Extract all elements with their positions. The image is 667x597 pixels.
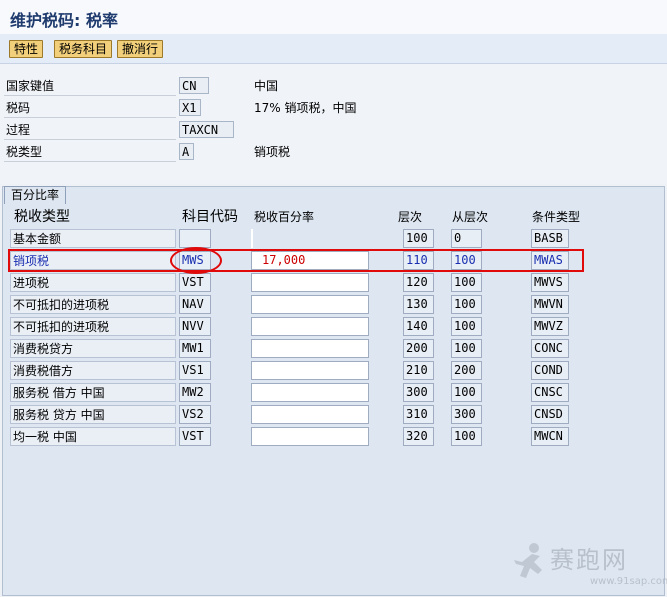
row-step[interactable]: 100 bbox=[403, 229, 434, 248]
row-tax-type[interactable]: 不可抵扣的进项税 bbox=[10, 295, 176, 314]
row-tax-rate-input[interactable] bbox=[251, 383, 369, 402]
undo-line-button[interactable]: 撤消行 bbox=[117, 40, 164, 58]
tax-type-description: 销项税 bbox=[254, 145, 291, 159]
row-from-step[interactable]: 0 bbox=[451, 229, 482, 248]
row-step[interactable]: 140 bbox=[403, 317, 434, 336]
tax-type-label: 税类型 bbox=[6, 145, 43, 159]
row-from-step[interactable]: 100 bbox=[451, 251, 482, 270]
row-tax-rate-input[interactable] bbox=[251, 405, 369, 424]
row-account-key[interactable]: NVV bbox=[179, 317, 211, 336]
tax-type-field[interactable]: A bbox=[179, 143, 194, 160]
row-tax-type[interactable]: 不可抵扣的进项税 bbox=[10, 317, 176, 336]
divider bbox=[4, 95, 176, 96]
row-account-key[interactable]: VST bbox=[179, 273, 211, 292]
row-step[interactable]: 320 bbox=[403, 427, 434, 446]
country-key-label: 国家键值 bbox=[6, 79, 55, 93]
country-key-description: 中国 bbox=[254, 79, 279, 93]
row-condition-type[interactable]: MWVZ bbox=[531, 317, 569, 336]
tax-code-description: 17% 销项税，中国 bbox=[254, 101, 357, 115]
row-account-key[interactable]: MW2 bbox=[179, 383, 211, 402]
row-tax-type[interactable]: 消费税借方 bbox=[10, 361, 176, 380]
row-account-key[interactable]: MWS bbox=[179, 251, 211, 270]
divider bbox=[4, 139, 176, 140]
row-step[interactable]: 210 bbox=[403, 361, 434, 380]
column-header-account-key: 科目代码 bbox=[182, 209, 238, 225]
row-account-key[interactable]: VS2 bbox=[179, 405, 211, 424]
row-tax-rate-input[interactable] bbox=[251, 229, 253, 248]
tax-accounts-button[interactable]: 税务科目 bbox=[54, 40, 113, 58]
divider bbox=[4, 161, 176, 162]
row-condition-type[interactable]: MWVN bbox=[531, 295, 569, 314]
row-tax-rate-input[interactable] bbox=[251, 361, 369, 380]
row-from-step[interactable]: 100 bbox=[451, 295, 482, 314]
row-step[interactable]: 300 bbox=[403, 383, 434, 402]
row-tax-type[interactable]: 进项税 bbox=[10, 273, 176, 292]
column-header-tax-type: 税收类型 bbox=[14, 209, 70, 225]
divider bbox=[4, 117, 176, 118]
row-from-step[interactable]: 100 bbox=[451, 273, 482, 292]
row-from-step[interactable]: 100 bbox=[451, 317, 482, 336]
row-account-key[interactable]: VS1 bbox=[179, 361, 211, 380]
tax-code-field[interactable]: X1 bbox=[179, 99, 201, 116]
row-tax-type[interactable]: 均一税 中国 bbox=[10, 427, 176, 446]
row-condition-type[interactable]: MWAS bbox=[531, 251, 569, 270]
title-bar: 维护税码: 税率 bbox=[0, 0, 667, 35]
row-tax-rate-input[interactable]: 17,000 bbox=[251, 251, 369, 270]
tax-code-label: 税码 bbox=[6, 101, 31, 115]
row-tax-type[interactable]: 基本金额 bbox=[10, 229, 176, 248]
row-step[interactable]: 200 bbox=[403, 339, 434, 358]
row-account-key[interactable]: MW1 bbox=[179, 339, 211, 358]
row-condition-type[interactable]: CNSD bbox=[531, 405, 569, 424]
watermark: 赛跑网 www.91sap.com bbox=[510, 540, 667, 596]
column-header-condition-type: 条件类型 bbox=[532, 210, 581, 224]
country-key-field[interactable]: CN bbox=[179, 77, 209, 94]
row-tax-rate-input[interactable] bbox=[251, 427, 369, 446]
application-toolbar: 特性 税务科目 撤消行 bbox=[0, 34, 667, 64]
group-title: 百分比率 bbox=[4, 186, 67, 204]
row-tax-rate-input[interactable] bbox=[251, 295, 369, 314]
row-step[interactable]: 310 bbox=[403, 405, 434, 424]
watermark-text: 赛跑网 bbox=[550, 546, 628, 574]
row-tax-type[interactable]: 消费税贷方 bbox=[10, 339, 176, 358]
row-account-key[interactable] bbox=[179, 229, 211, 248]
row-from-step[interactable]: 300 bbox=[451, 405, 482, 424]
row-condition-type[interactable]: MWCN bbox=[531, 427, 569, 446]
procedure-label: 过程 bbox=[6, 123, 31, 137]
row-condition-type[interactable]: COND bbox=[531, 361, 569, 380]
row-tax-rate-input[interactable] bbox=[251, 317, 369, 336]
row-step[interactable]: 110 bbox=[403, 251, 434, 270]
row-account-key[interactable]: VST bbox=[179, 427, 211, 446]
row-tax-type[interactable]: 服务税 贷方 中国 bbox=[10, 405, 176, 424]
row-condition-type[interactable]: CONC bbox=[531, 339, 569, 358]
row-condition-type[interactable]: BASB bbox=[531, 229, 569, 248]
row-from-step[interactable]: 100 bbox=[451, 339, 482, 358]
row-tax-rate-input[interactable] bbox=[251, 273, 369, 292]
column-header-from-step: 从层次 bbox=[452, 210, 489, 224]
window-title: 维护税码: 税率 bbox=[10, 11, 118, 30]
row-tax-type[interactable]: 销项税 bbox=[10, 251, 176, 270]
row-from-step[interactable]: 100 bbox=[451, 383, 482, 402]
procedure-field[interactable]: TAXCN bbox=[179, 121, 234, 138]
properties-button[interactable]: 特性 bbox=[9, 40, 44, 58]
row-tax-type[interactable]: 服务税 借方 中国 bbox=[10, 383, 176, 402]
column-header-step: 层次 bbox=[398, 210, 423, 224]
row-condition-type[interactable]: MWVS bbox=[531, 273, 569, 292]
row-step[interactable]: 120 bbox=[403, 273, 434, 292]
watermark-url: www.91sap.com bbox=[590, 576, 667, 587]
row-condition-type[interactable]: CNSC bbox=[531, 383, 569, 402]
runner-logo-icon bbox=[514, 543, 542, 578]
row-from-step[interactable]: 100 bbox=[451, 427, 482, 446]
header-fields bbox=[0, 64, 667, 184]
row-account-key[interactable]: NAV bbox=[179, 295, 211, 314]
column-header-tax-rate: 税收百分率 bbox=[254, 210, 315, 224]
row-step[interactable]: 130 bbox=[403, 295, 434, 314]
row-tax-rate-input[interactable] bbox=[251, 339, 369, 358]
row-from-step[interactable]: 200 bbox=[451, 361, 482, 380]
